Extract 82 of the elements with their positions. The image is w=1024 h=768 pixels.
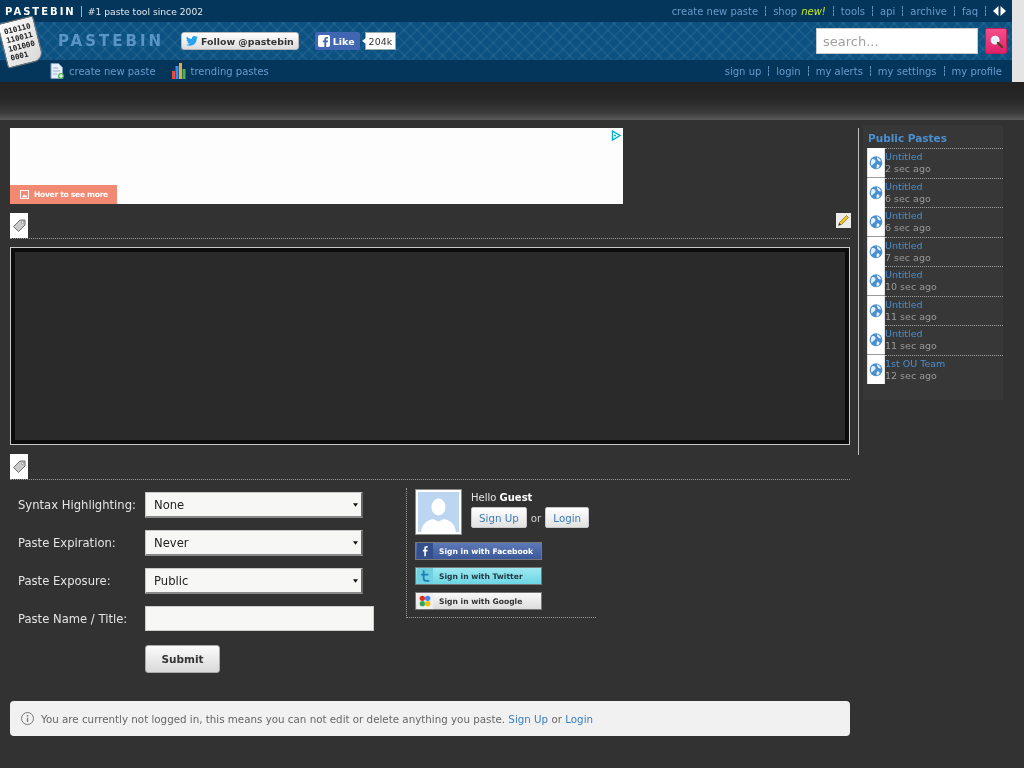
paste-time: 12 sec ago: [885, 369, 938, 382]
globe-icon: [867, 325, 885, 355]
search-field[interactable]: search...: [816, 28, 978, 54]
paste-time: 10 sec ago: [885, 281, 938, 293]
t-icon: [416, 568, 434, 584]
search-icon: [989, 34, 1003, 48]
follow-button[interactable]: Follow @pastebin: [181, 32, 299, 50]
nav-link[interactable]: shop: [773, 5, 798, 17]
tagline: #1 paste tool since 2002: [87, 5, 204, 17]
account-link[interactable]: my alerts: [815, 65, 863, 77]
account-link[interactable]: sign up: [724, 65, 762, 77]
caret-icon: [353, 540, 358, 545]
paste-link[interactable]: Untitled: [885, 269, 1003, 281]
nav-link[interactable]: create new paste: [50, 63, 156, 79]
sign-up-button[interactable]: Sign Up: [471, 507, 527, 528]
globe-icon: [867, 148, 885, 178]
info-icon: [21, 712, 34, 725]
paste-link[interactable]: Untitled: [885, 328, 1003, 340]
paste-time: 2 sec ago: [885, 163, 932, 175]
paste-link[interactable]: Untitled: [885, 298, 1003, 311]
select-field[interactable]: Public: [145, 568, 363, 594]
paste-time: 11 sec ago: [885, 340, 938, 352]
field-label: Syntax Highlighting:: [18, 498, 137, 512]
image-icon: [20, 190, 29, 199]
play-triangle-icon[interactable]: [611, 130, 621, 141]
pencil-icon[interactable]: [836, 213, 851, 228]
nav-link[interactable]: create new paste: [671, 5, 759, 17]
login-link[interactable]: Login: [565, 712, 594, 725]
nav-link[interactable]: faq: [962, 5, 978, 17]
globe-icon: [867, 295, 885, 325]
avatar-silhouette-icon: [415, 489, 462, 535]
paste-link[interactable]: Untitled: [885, 180, 1003, 193]
nav-link[interactable]: archive: [910, 5, 947, 17]
login-button[interactable]: Login: [545, 507, 590, 528]
paste-link[interactable]: Untitled: [885, 239, 1003, 252]
paste-time: 7 sec ago: [885, 251, 932, 264]
paste-link[interactable]: Untitled: [885, 210, 1003, 222]
caret-icon: [353, 502, 358, 507]
field-label: Paste Exposure:: [18, 574, 112, 588]
tag-icon: [10, 213, 28, 238]
globe-icon: [867, 236, 885, 266]
nav-link[interactable]: trending pastes: [171, 63, 269, 79]
greeting-text: Hello Guest: [471, 492, 534, 503]
f-icon: [416, 543, 434, 559]
document-plus-icon: [50, 63, 64, 79]
tag-icon: [10, 454, 28, 479]
bar-chart-icon: [171, 63, 186, 79]
new-label: new!: [801, 5, 826, 17]
like-button[interactable]: Like: [314, 32, 360, 50]
caret-icon: [353, 578, 358, 583]
field-label: Paste Name / Title:: [18, 611, 129, 626]
text-field[interactable]: [145, 606, 374, 631]
nav-link[interactable]: api: [880, 5, 896, 17]
brand-name: PASTEBIN: [5, 5, 76, 17]
notice-text: You are currently not logged in, this means you can not edit or delete anything you paste. Sign Up or Login: [41, 712, 594, 725]
select-field[interactable]: None: [145, 492, 363, 518]
globe-icon: [867, 177, 885, 207]
sign-up-link[interactable]: Sign Up: [508, 712, 549, 725]
paste-time: 6 sec ago: [885, 192, 932, 205]
account-link[interactable]: login: [776, 65, 801, 77]
paste-time: 11 sec ago: [885, 310, 938, 323]
account-link[interactable]: my profile: [951, 65, 1002, 77]
nav-link[interactable]: tools: [840, 5, 865, 17]
left-right-arrows-icon[interactable]: [993, 6, 1006, 16]
paste-link[interactable]: Untitled: [885, 151, 1003, 163]
paste-time: 6 sec ago: [885, 222, 932, 234]
account-link[interactable]: my settings: [877, 65, 937, 77]
globe-icon: [867, 354, 885, 384]
colored-dots-icon: [416, 593, 434, 609]
select-field[interactable]: Never: [145, 530, 363, 556]
like-count: 204k: [364, 32, 397, 50]
paste-link[interactable]: 1st OU Team: [885, 357, 1003, 370]
or-text: or: [530, 511, 542, 524]
bird-icon: [186, 36, 199, 46]
search-button[interactable]: [985, 28, 1007, 54]
globe-icon: [867, 207, 885, 237]
f-square-icon: [317, 35, 330, 47]
globe-icon: [867, 266, 885, 296]
sidebar-title: Public Pastes: [868, 132, 948, 145]
field-label: Paste Expiration:: [18, 536, 117, 550]
submit-button[interactable]: Submit: [145, 645, 220, 673]
site-title: PASTEBIN: [58, 32, 165, 50]
